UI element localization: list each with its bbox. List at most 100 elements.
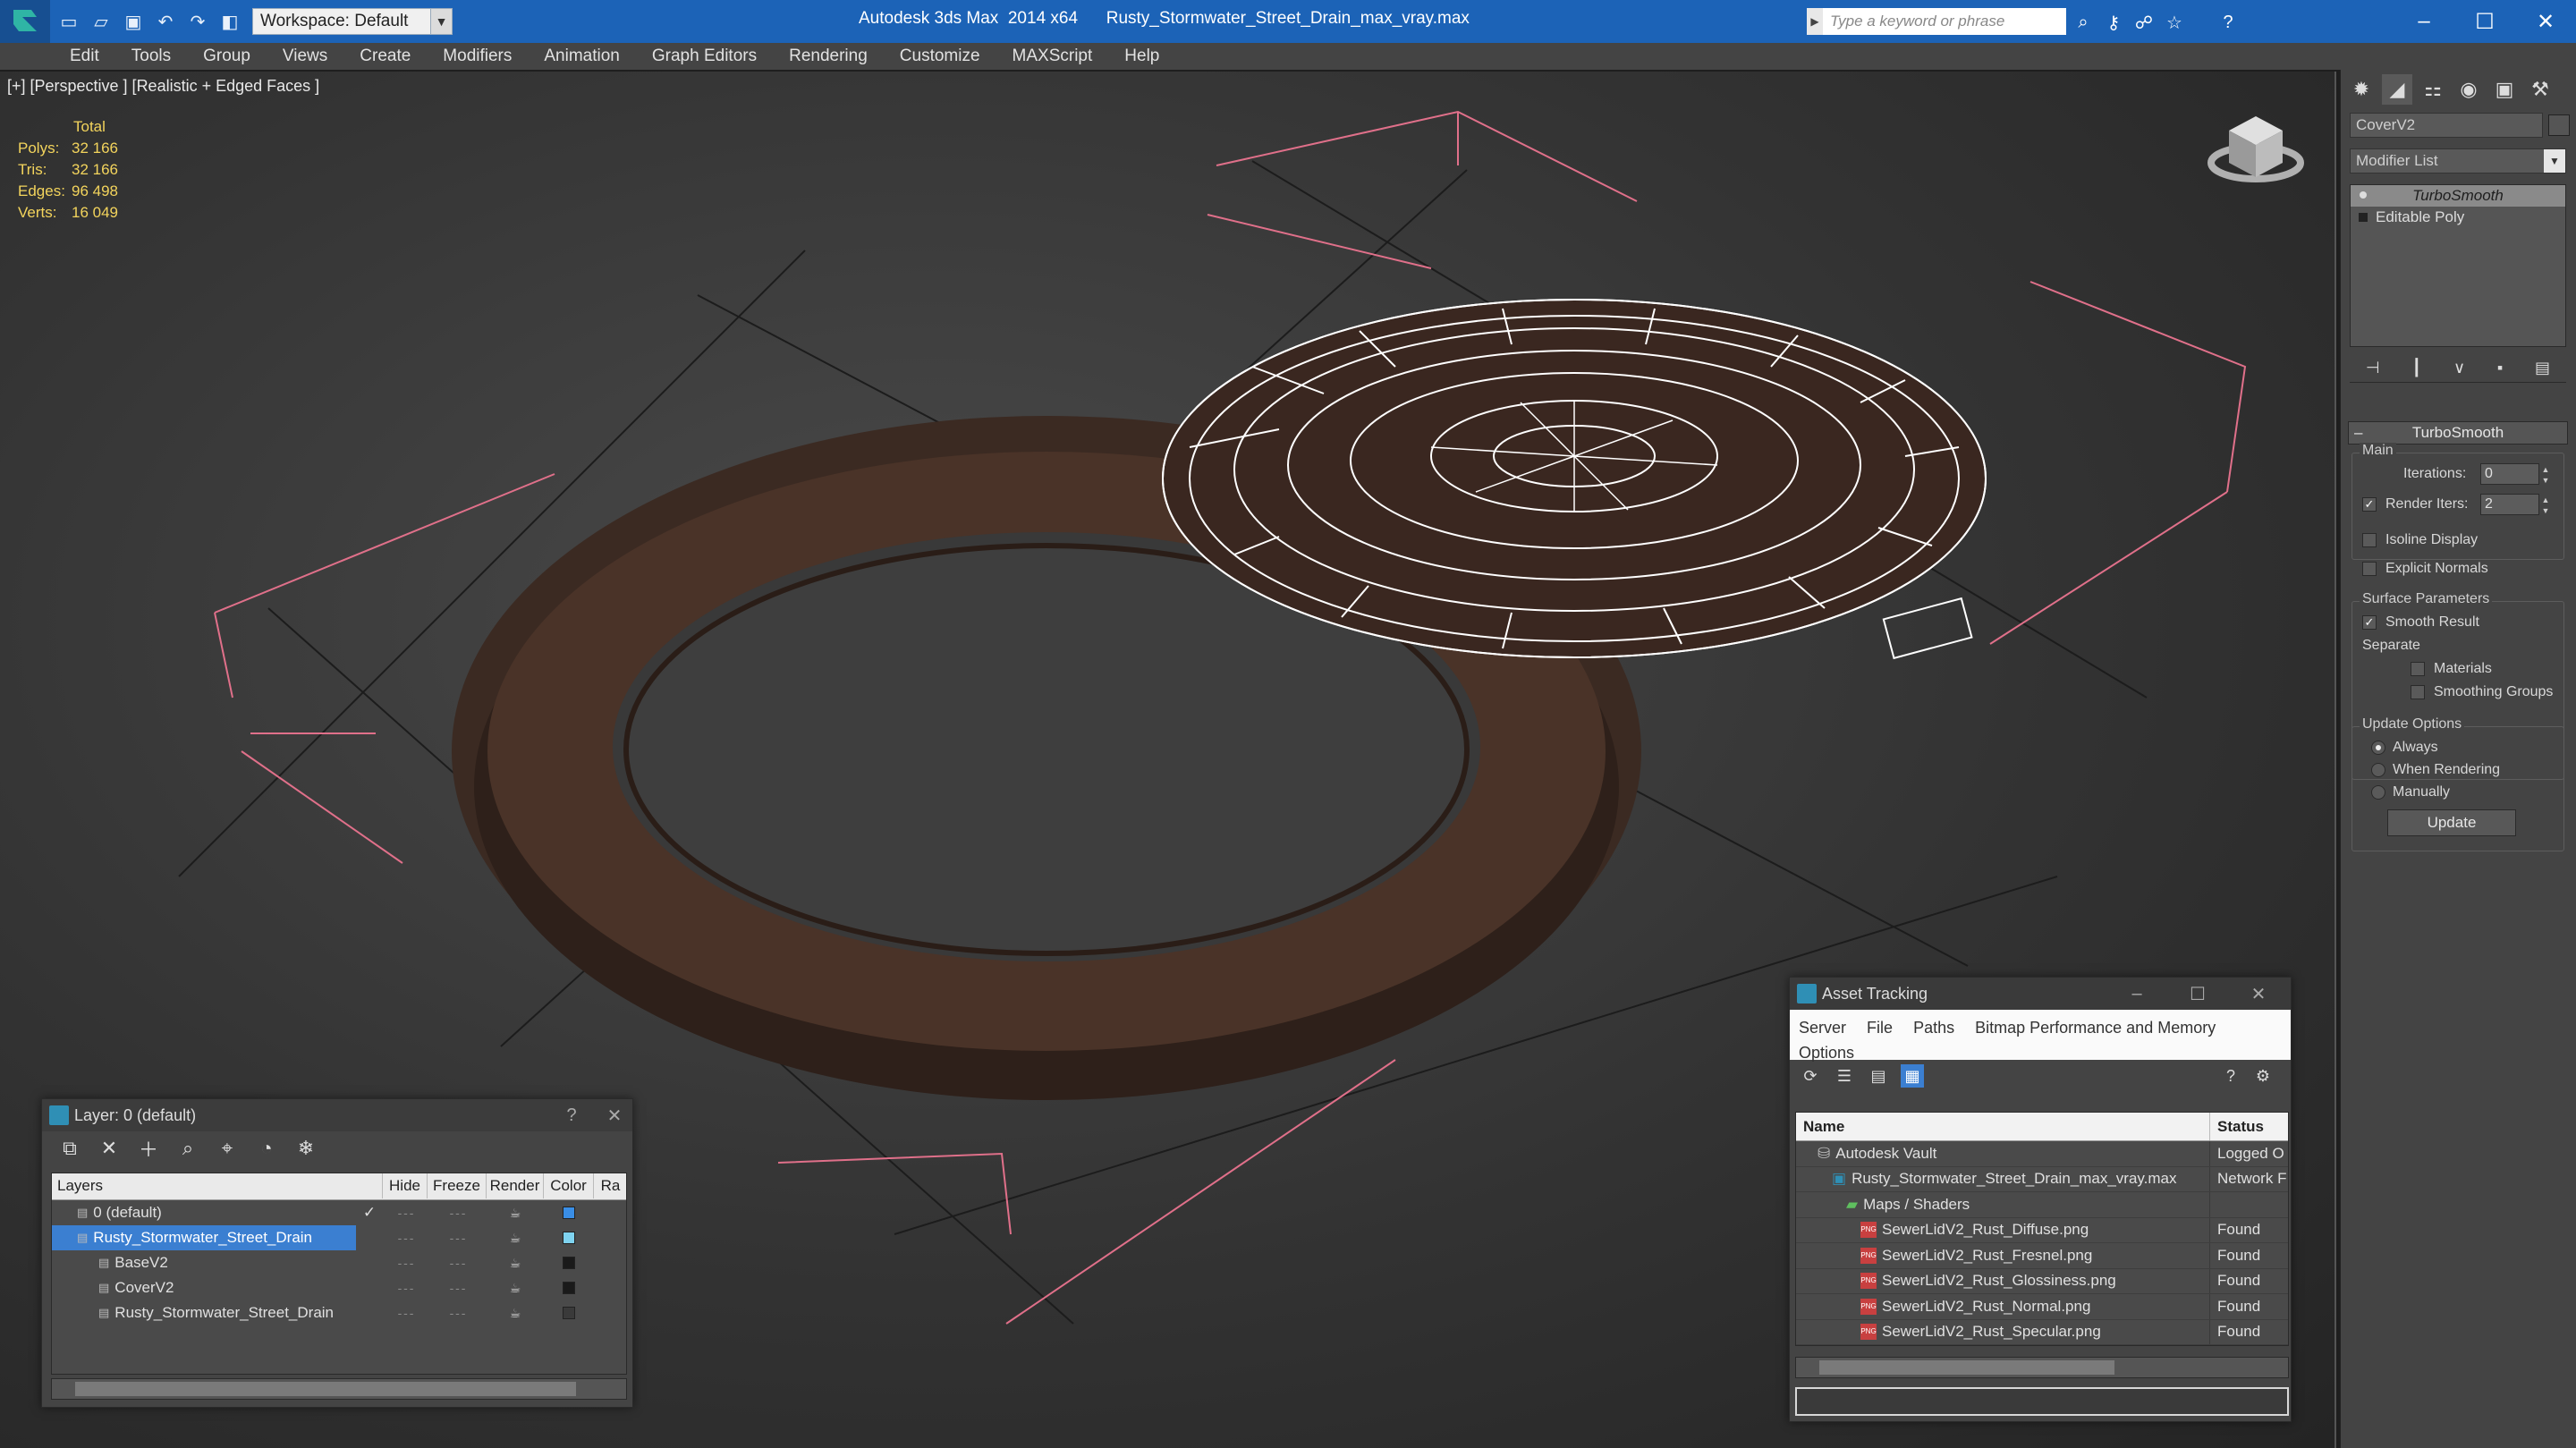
freeze-all-icon[interactable]: ❄ [292,1135,319,1162]
asset-menu-paths[interactable]: Paths [1913,1019,1954,1037]
render-iters-spinner[interactable]: 2 ▲ ▼ [2480,494,2549,515]
make-unique-icon[interactable]: ∨ [2453,359,2465,377]
col-radiosity[interactable]: Ra [594,1173,626,1198]
select-objects-icon[interactable]: ⌕ [174,1135,201,1162]
asset-row[interactable]: ▰ Maps / Shaders [1796,1192,2288,1218]
layer-row[interactable]: ▤ CoverV2- - -- - - ☕ [52,1275,626,1300]
asset-row[interactable]: PNG SewerLidV2_Rust_Specular.png Found [1796,1319,2288,1345]
search-expand-icon[interactable]: ▶ [1807,8,1823,35]
asset-horizontal-scrollbar[interactable] [1795,1357,2289,1378]
hide-toggle[interactable]: - - - [383,1300,428,1325]
freeze-toggle[interactable]: - - - [428,1275,487,1300]
layer-color-swatch[interactable] [544,1250,594,1275]
asset-name-cell[interactable]: ▰ Maps / Shaders [1846,1192,2202,1217]
lightbulb-icon[interactable] [2358,191,2368,201]
layer-name-cell[interactable]: ▤ CoverV2 [52,1275,356,1300]
hide-all-icon[interactable]: ◔ [253,1135,280,1162]
render-teapot-icon[interactable]: ☕ [487,1300,544,1325]
active-layer-marker[interactable] [356,1275,383,1300]
layer-name-cell[interactable]: ▤ 0 (default) [52,1200,356,1225]
manually-radio[interactable] [2371,785,2385,800]
menu-group[interactable]: Group [203,47,250,66]
layer-color-swatch[interactable] [544,1225,594,1250]
show-end-result-icon[interactable]: ┃ [2411,359,2421,377]
hide-toggle[interactable]: - - - [383,1200,428,1225]
layer-row[interactable]: ▤ 0 (default) ✓ - - -- - - ☕ [52,1200,626,1225]
chevron-down-icon[interactable]: ▼ [431,8,453,35]
always-radio[interactable] [2371,741,2385,755]
close-icon[interactable]: ✕ [597,1103,632,1128]
menu-views[interactable]: Views [283,47,327,66]
settings-icon[interactable]: ⚙ [2251,1064,2275,1088]
spinner-arrows-icon[interactable]: ▲ ▼ [2540,464,2551,486]
col-layers[interactable]: Layers [52,1173,383,1198]
menu-customize[interactable]: Customize [900,47,980,66]
active-layer-marker[interactable] [356,1300,383,1325]
menu-tools[interactable]: Tools [131,47,171,66]
col-hide[interactable]: Hide [383,1173,428,1198]
modifier-list-select[interactable]: Modifier List ▼ [2350,148,2566,174]
close-icon[interactable]: ✕ [2241,981,2276,1006]
asset-row[interactable]: PNG SewerLidV2_Rust_Glossiness.png Found [1796,1268,2288,1294]
layer-name-cell[interactable]: ▤ BaseV2 [52,1250,356,1275]
list-view-icon[interactable]: ☰ [1833,1064,1856,1088]
asset-name-cell[interactable]: ⛁ Autodesk Vault [1818,1141,2202,1166]
table-view-icon[interactable]: ▦ [1901,1064,1924,1088]
object-name-field[interactable]: CoverV2 [2350,113,2543,138]
layer-name-cell[interactable]: ▤ Rusty_Stormwater_Street_Drain [52,1300,356,1325]
layer-color-swatch[interactable] [544,1300,594,1325]
asset-menu-server[interactable]: Server [1799,1019,1846,1037]
key-icon[interactable]: ⚷ [2102,11,2125,34]
menu-modifiers[interactable]: Modifiers [443,47,512,66]
motion-tab-icon[interactable]: ◉ [2453,74,2484,105]
help-icon[interactable]: ? [2216,11,2240,34]
configure-sets-icon[interactable]: ▤ [2535,359,2550,377]
asset-name-cell[interactable]: PNG SewerLidV2_Rust_Normal.png [1860,1294,2202,1319]
iterations-spinner[interactable]: 0 ▲ ▼ [2480,463,2549,485]
close-icon[interactable]: ✕ [2521,5,2571,38]
explicit-normals-checkbox[interactable] [2362,562,2377,576]
layer-horizontal-scrollbar[interactable] [51,1378,627,1400]
asset-menu-file[interactable]: File [1867,1019,1893,1037]
hide-toggle[interactable]: - - - [383,1250,428,1275]
spinner-arrows-icon[interactable]: ▲ ▼ [2540,495,2551,516]
remove-modifier-icon[interactable]: ▪ [2497,359,2503,377]
binoculars-icon[interactable]: ⌕ [2072,11,2095,34]
render-teapot-icon[interactable]: ☕ [487,1250,544,1275]
asset-row[interactable]: PNG SewerLidV2_Rust_Fresnel.png Found [1796,1243,2288,1269]
maximize-icon[interactable]: ☐ [2180,981,2216,1006]
create-layer-icon[interactable]: ⧉ [56,1135,83,1162]
asset-name-cell[interactable]: PNG SewerLidV2_Rust_Fresnel.png [1860,1243,2202,1268]
render-teapot-icon[interactable]: ☕ [487,1225,544,1250]
asset-row[interactable]: PNG SewerLidV2_Rust_Diffuse.png Found [1796,1217,2288,1243]
asset-window-titlebar[interactable]: Asset Tracking – ☐ ✕ [1790,978,2291,1010]
render-teapot-icon[interactable]: ☕ [487,1275,544,1300]
render-iters-checkbox[interactable]: ✓ [2362,497,2377,512]
modify-tab-icon[interactable]: ◢ [2382,74,2412,105]
menu-graph-editors[interactable]: Graph Editors [652,47,757,66]
asset-menu-options[interactable]: Options [1799,1044,1854,1062]
freeze-toggle[interactable]: - - - [428,1250,487,1275]
layer-row[interactable]: ▤ BaseV2- - -- - - ☕ [52,1250,626,1275]
view-cube-icon[interactable] [2207,116,2304,182]
layer-color-swatch[interactable] [544,1275,594,1300]
col-name[interactable]: Name [1803,1113,1844,1140]
menu-maxscript[interactable]: MAXScript [1013,47,1093,66]
viewport-label[interactable]: [+] [Perspective ] [Realistic + Edged Fa… [7,77,319,96]
delete-layer-icon[interactable]: ✕ [96,1135,123,1162]
maximize-icon[interactable]: ☐ [2460,5,2510,38]
asset-menu-bitmap[interactable]: Bitmap Performance and Memory [1975,1019,2216,1037]
materials-checkbox[interactable] [2411,662,2425,676]
menu-rendering[interactable]: Rendering [789,47,868,66]
create-tab-icon[interactable]: ✹ [2346,74,2377,105]
pin-stack-icon[interactable]: ⊣ [2366,359,2380,377]
smoothing-groups-checkbox[interactable] [2411,685,2425,699]
chevron-down-icon[interactable]: ▼ [2544,149,2565,173]
redo-icon[interactable]: ↷ [184,8,211,35]
menu-help[interactable]: Help [1124,47,1159,66]
refresh-icon[interactable]: ⟳ [1799,1064,1822,1088]
active-layer-marker[interactable] [356,1250,383,1275]
display-tab-icon[interactable]: ▣ [2489,74,2520,105]
col-render[interactable]: Render [487,1173,544,1198]
rollout-turbosmooth[interactable]: – TurboSmooth [2348,421,2568,445]
